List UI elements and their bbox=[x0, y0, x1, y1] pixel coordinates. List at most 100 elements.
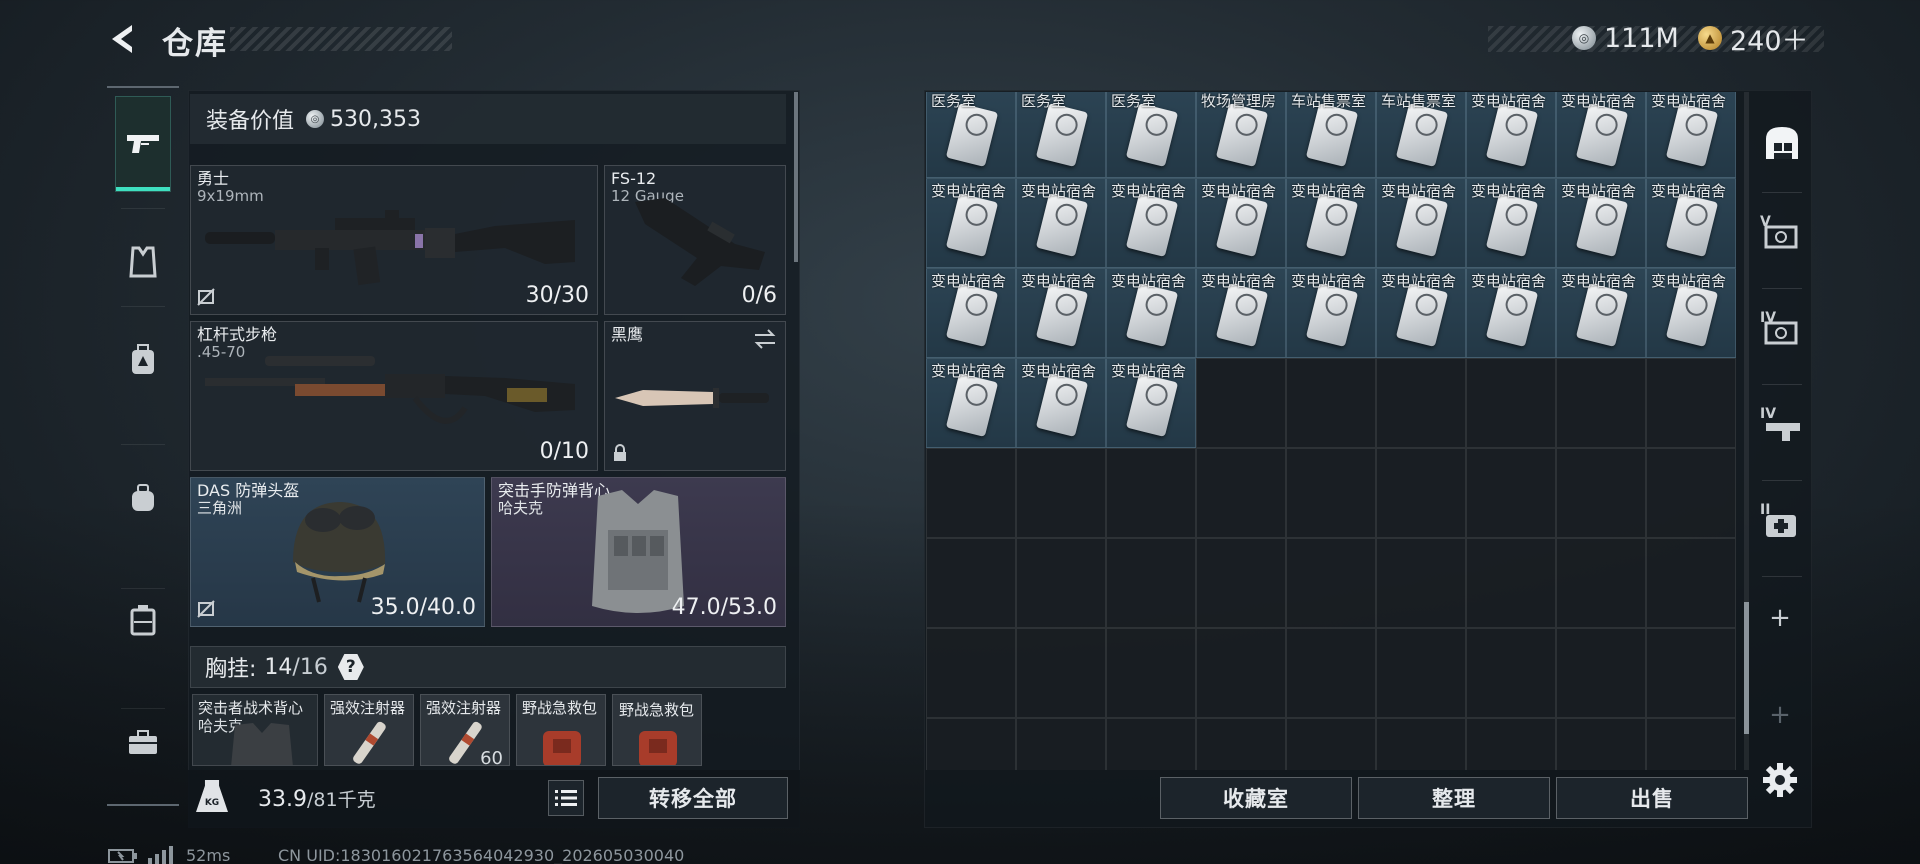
storage-scroll-thumb[interactable] bbox=[1744, 602, 1749, 734]
keycard-item[interactable]: 变电站宿舍 bbox=[926, 268, 1016, 358]
keycard-item[interactable]: 变电站宿舍 bbox=[1646, 92, 1736, 178]
tab-storage-v[interactable]: V bbox=[1760, 214, 1804, 258]
collection-room-button[interactable]: 收藏室 bbox=[1160, 777, 1352, 819]
currency-silver[interactable]: ◎ 111M bbox=[1572, 20, 1679, 56]
currency-gold[interactable]: ▲ 240＋ bbox=[1698, 20, 1809, 57]
rig-slot[interactable]: 突击者战术背心 哈夫克 bbox=[192, 694, 318, 766]
keycard-item[interactable]: 变电站宿舍 bbox=[1466, 178, 1556, 268]
keycard-item[interactable]: 变电站宿舍 bbox=[1466, 92, 1556, 178]
tab-weapons[interactable] bbox=[115, 96, 171, 192]
empty-grid-cell[interactable] bbox=[1556, 448, 1646, 538]
tab-storage-ii[interactable]: II bbox=[1760, 502, 1804, 546]
tab-armor[interactable] bbox=[115, 214, 171, 310]
empty-grid-cell[interactable] bbox=[1556, 628, 1646, 718]
keycard-item[interactable]: 变电站宿舍 bbox=[1646, 178, 1736, 268]
tab-backpack[interactable] bbox=[115, 312, 171, 408]
empty-grid-cell[interactable] bbox=[926, 448, 1016, 538]
empty-grid-cell[interactable] bbox=[1016, 718, 1106, 770]
rig-item-injector-2[interactable]: 强效注射器 60 bbox=[420, 694, 510, 766]
empty-grid-cell[interactable] bbox=[1466, 718, 1556, 770]
empty-grid-cell[interactable] bbox=[1646, 718, 1736, 770]
empty-grid-cell[interactable] bbox=[1466, 358, 1556, 448]
helmet-slot[interactable]: DAS 防弹头盔 三角洲 35.0/40.0 bbox=[190, 477, 485, 627]
empty-grid-cell[interactable] bbox=[1016, 448, 1106, 538]
empty-grid-cell[interactable] bbox=[1196, 538, 1286, 628]
swap-icon[interactable] bbox=[753, 328, 777, 350]
keycard-item[interactable]: 变电站宿舍 bbox=[926, 358, 1016, 448]
keycard-item[interactable]: 变电站宿舍 bbox=[1646, 268, 1736, 358]
keycard-item[interactable]: 医务室 bbox=[926, 92, 1016, 178]
empty-grid-cell[interactable] bbox=[1196, 718, 1286, 770]
keycard-item[interactable]: 变电站宿舍 bbox=[1466, 268, 1556, 358]
empty-grid-cell[interactable] bbox=[1466, 538, 1556, 628]
rig-item-injector-1[interactable]: 强效注射器 bbox=[324, 694, 414, 766]
empty-grid-cell[interactable] bbox=[1556, 538, 1646, 628]
keycard-item[interactable]: 变电站宿舍 bbox=[1376, 268, 1466, 358]
empty-grid-cell[interactable] bbox=[1106, 718, 1196, 770]
empty-grid-cell[interactable] bbox=[1376, 718, 1466, 770]
keycard-item[interactable]: 变电站宿舍 bbox=[1196, 178, 1286, 268]
rig-item-firstaid-2[interactable]: 野战急救包 bbox=[612, 694, 702, 766]
empty-grid-cell[interactable] bbox=[1016, 538, 1106, 628]
empty-grid-cell[interactable] bbox=[1286, 358, 1376, 448]
keycard-item[interactable]: 变电站宿舍 bbox=[1016, 178, 1106, 268]
secondary-weapon-slot[interactable]: FS-12 12 Gauge 0/6 bbox=[604, 165, 786, 315]
keycard-item[interactable]: 变电站宿舍 bbox=[1286, 178, 1376, 268]
gear-icon[interactable] bbox=[1762, 762, 1798, 798]
empty-grid-cell[interactable] bbox=[1016, 628, 1106, 718]
sort-button[interactable]: 整理 bbox=[1358, 777, 1550, 819]
tab-toolbox[interactable] bbox=[115, 694, 171, 790]
empty-grid-cell[interactable] bbox=[1106, 538, 1196, 628]
tab-storage-iv-b[interactable]: IV bbox=[1760, 406, 1804, 450]
keycard-item[interactable]: 变电站宿舍 bbox=[1286, 268, 1376, 358]
keycard-item[interactable]: 车站售票室 bbox=[1376, 92, 1466, 178]
keycard-item[interactable]: 变电站宿舍 bbox=[1556, 92, 1646, 178]
empty-grid-cell[interactable] bbox=[1466, 448, 1556, 538]
keycard-item[interactable]: 牧场管理房 bbox=[1196, 92, 1286, 178]
empty-grid-cell[interactable] bbox=[1556, 718, 1646, 770]
empty-grid-cell[interactable] bbox=[1646, 358, 1736, 448]
empty-grid-cell[interactable] bbox=[926, 718, 1016, 770]
keycard-item[interactable]: 变电站宿舍 bbox=[1106, 268, 1196, 358]
equipment-scrollbar[interactable] bbox=[794, 92, 798, 262]
keycard-item[interactable]: 变电站宿舍 bbox=[1556, 178, 1646, 268]
keycard-item[interactable]: 变电站宿舍 bbox=[1376, 178, 1466, 268]
empty-grid-cell[interactable] bbox=[1286, 628, 1376, 718]
empty-grid-cell[interactable] bbox=[1376, 538, 1466, 628]
help-icon[interactable]: ? bbox=[337, 654, 364, 680]
empty-grid-cell[interactable] bbox=[1376, 628, 1466, 718]
keycard-item[interactable]: 变电站宿舍 bbox=[1556, 268, 1646, 358]
keycard-item[interactable]: 变电站宿舍 bbox=[1106, 178, 1196, 268]
empty-grid-cell[interactable] bbox=[1646, 628, 1736, 718]
empty-grid-cell[interactable] bbox=[1106, 448, 1196, 538]
empty-grid-cell[interactable] bbox=[1556, 358, 1646, 448]
rifle-slot[interactable]: 杠杆式步枪 .45-70 0/10 bbox=[190, 321, 598, 471]
empty-grid-cell[interactable] bbox=[1106, 628, 1196, 718]
keycard-item[interactable]: 变电站宿舍 bbox=[1016, 268, 1106, 358]
tab-main-storage[interactable] bbox=[1760, 120, 1804, 164]
keycard-item[interactable]: 变电站宿舍 bbox=[1196, 268, 1286, 358]
empty-grid-cell[interactable] bbox=[1286, 448, 1376, 538]
keycard-item[interactable]: 车站售票室 bbox=[1286, 92, 1376, 178]
keycard-item[interactable]: 变电站宿舍 bbox=[1106, 358, 1196, 448]
sell-button[interactable]: 出售 bbox=[1556, 777, 1748, 819]
empty-grid-cell[interactable] bbox=[926, 628, 1016, 718]
back-arrow-icon[interactable] bbox=[106, 22, 140, 56]
melee-slot[interactable]: 黑鹰 bbox=[604, 321, 786, 471]
keycard-item[interactable]: 变电站宿舍 bbox=[1016, 358, 1106, 448]
empty-grid-cell[interactable] bbox=[1196, 628, 1286, 718]
empty-grid-cell[interactable] bbox=[1286, 538, 1376, 628]
empty-grid-cell[interactable] bbox=[926, 538, 1016, 628]
empty-grid-cell[interactable] bbox=[1286, 718, 1376, 770]
primary-weapon-slot[interactable]: 勇士 9x19mm 30/30 bbox=[190, 165, 598, 315]
tab-container[interactable] bbox=[115, 572, 171, 668]
empty-grid-cell[interactable] bbox=[1376, 358, 1466, 448]
armor-slot[interactable]: 突击手防弹背心 哈夫克 47.0/53.0 bbox=[491, 477, 786, 627]
add-storage-button[interactable]: + bbox=[1750, 603, 1810, 633]
empty-grid-cell[interactable] bbox=[1196, 358, 1286, 448]
rig-item-firstaid-1[interactable]: 野战急救包 bbox=[516, 694, 606, 766]
tab-pouch[interactable] bbox=[115, 450, 171, 546]
keycard-item[interactable]: 医务室 bbox=[1106, 92, 1196, 178]
empty-grid-cell[interactable] bbox=[1646, 538, 1736, 628]
empty-grid-cell[interactable] bbox=[1196, 448, 1286, 538]
